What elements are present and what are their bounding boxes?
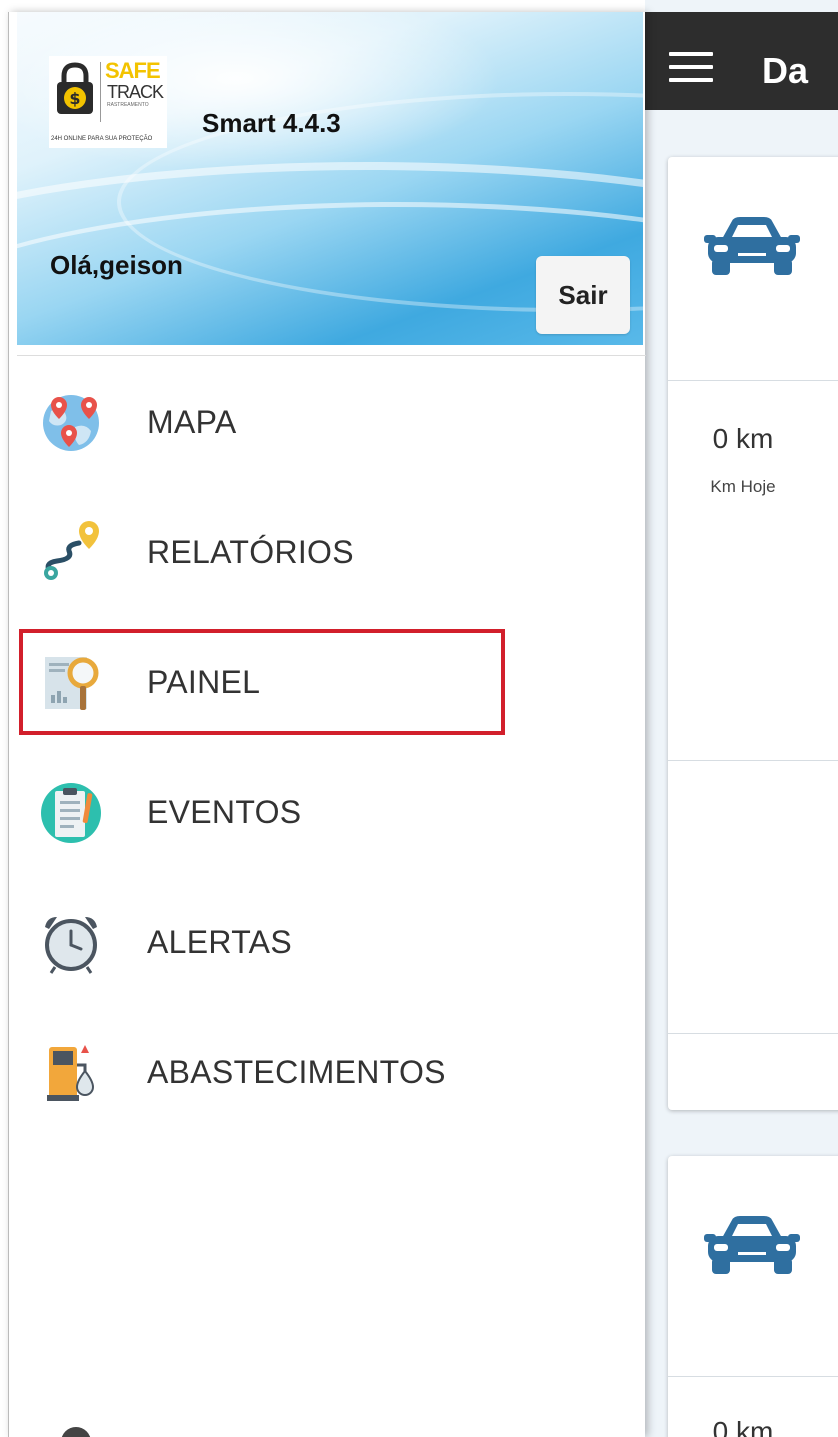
menu-item-label: ABASTECIMENTOS <box>147 1054 446 1090</box>
menu-item-relatorios[interactable]: RELATÓRIOS <box>9 487 646 617</box>
car-icon <box>704 1216 800 1274</box>
drawer-header: $ SAFE TRACK RASTREAMENTO 24H ONLINE PAR… <box>17 12 643 345</box>
menu-item-label: RELATÓRIOS <box>147 534 354 570</box>
user-greeting: Olá,geison <box>50 250 183 280</box>
fuel-pump-icon <box>47 1045 95 1101</box>
logout-button[interactable]: Sair <box>536 256 630 334</box>
card-divider <box>668 1033 838 1034</box>
drawer-menu: MAPA RELATÓRIOS PAINEL EVENTOS ALERTAS A… <box>9 357 646 1137</box>
card-divider <box>668 1376 838 1377</box>
app-bar: Da <box>645 12 838 110</box>
card-divider <box>668 760 838 761</box>
menu-item-painel[interactable]: PAINEL <box>9 617 646 747</box>
menu-item-alertas[interactable]: ALERTAS <box>9 877 646 1007</box>
menu-item-eventos[interactable]: EVENTOS <box>9 747 646 877</box>
menu-item-label: EVENTOS <box>147 794 302 830</box>
padlock-icon: $ <box>57 62 93 114</box>
car-icon <box>704 217 800 275</box>
menu-item-label: PAINEL <box>147 664 261 700</box>
clipboard-icon <box>41 783 101 843</box>
vehicle-card[interactable]: 0 km Km Hoje <box>668 157 838 1110</box>
svg-text:$: $ <box>69 89 80 108</box>
report-magnifier-icon <box>45 657 99 710</box>
hamburger-icon[interactable] <box>669 52 713 82</box>
menu-item-label: MAPA <box>147 404 237 440</box>
km-today-value: 0 km <box>712 1416 774 1437</box>
km-today-value: 0 km <box>712 423 774 454</box>
safe-track-logo: $ SAFE TRACK RASTREAMENTO 24H ONLINE PAR… <box>49 56 167 148</box>
bottom-indicator <box>61 1427 91 1437</box>
dashboard-panel: Da 0 km Km Hoje 0 km <box>645 0 838 1437</box>
menu-item-abastecimentos[interactable]: ABASTECIMENTOS <box>9 1007 646 1137</box>
alarm-clock-icon <box>45 917 97 974</box>
page-title: Da <box>762 50 809 91</box>
app-version: Smart 4.4.3 <box>202 108 341 138</box>
navigation-drawer: $ SAFE TRACK RASTREAMENTO 24H ONLINE PAR… <box>8 12 646 1437</box>
menu-item-label: ALERTAS <box>147 924 292 960</box>
drawer-divider <box>17 355 646 356</box>
menu-item-mapa[interactable]: MAPA <box>9 357 646 487</box>
map-globe-icon <box>43 395 99 451</box>
vehicle-card[interactable]: 0 km <box>668 1156 838 1437</box>
route-pin-icon <box>44 521 99 580</box>
card-divider <box>668 380 838 381</box>
km-today-label: Km Hoje <box>710 477 776 496</box>
